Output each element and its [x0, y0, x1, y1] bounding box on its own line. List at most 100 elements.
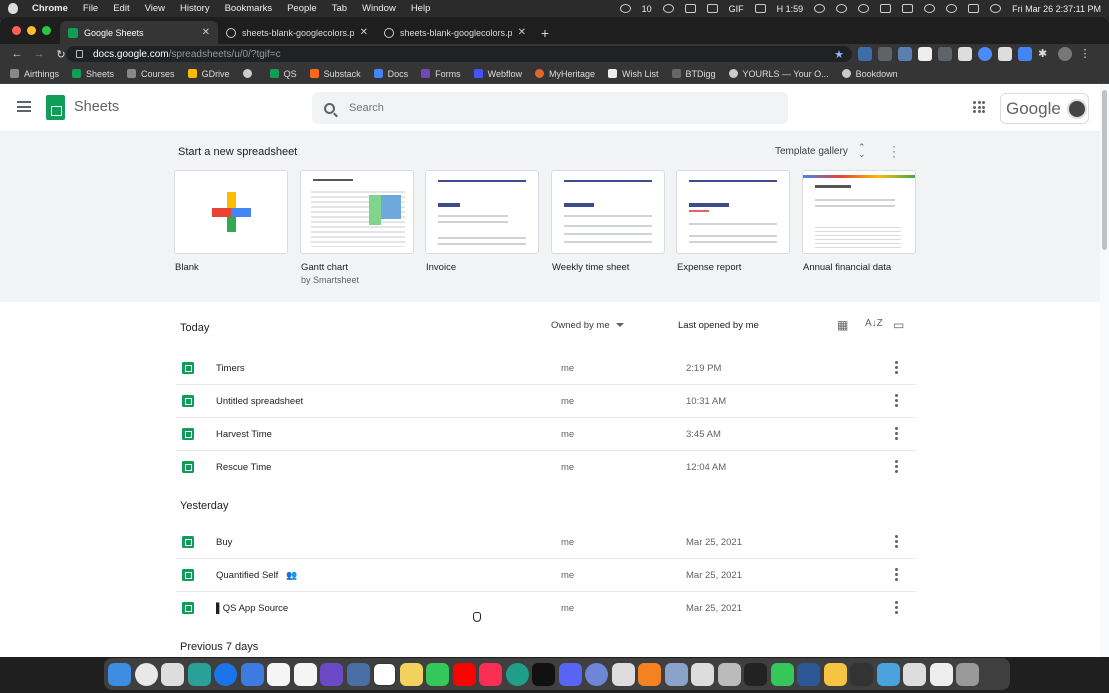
bookmark-docs[interactable]: Docs: [373, 69, 408, 79]
gdoc-extension-icon[interactable]: [1018, 47, 1032, 61]
screenshot-app-icon[interactable]: [346, 662, 370, 686]
file-row-qs-app-source[interactable]: ▌QS App Source me Mar 25, 2021: [176, 592, 916, 625]
file-row-quantified-self[interactable]: Quantified Self 👥 me Mar 25, 2021: [176, 559, 916, 592]
settings-gear-icon[interactable]: [585, 662, 608, 686]
checklist-app-icon[interactable]: [161, 662, 184, 686]
menu-file[interactable]: File: [83, 3, 98, 14]
page-scrollbar[interactable]: [1100, 84, 1109, 657]
new-tab-button[interactable]: +: [534, 21, 556, 44]
forward-arrow-icon[interactable]: →: [32, 47, 46, 61]
sun-icon[interactable]: [662, 4, 674, 13]
record-icon[interactable]: [619, 4, 631, 13]
menu-window[interactable]: Window: [362, 3, 396, 14]
notion-extension-icon[interactable]: [918, 47, 932, 61]
bookmark-myheritage[interactable]: MyHeritage: [535, 69, 595, 79]
bookmark-qs[interactable]: QS: [269, 69, 297, 79]
template-gallery-button[interactable]: Template gallery: [775, 146, 848, 157]
downloads-folder-icon[interactable]: [876, 662, 900, 686]
preview-icon[interactable]: [664, 662, 688, 686]
template-thumbnail[interactable]: [676, 170, 790, 254]
menu-view[interactable]: View: [145, 3, 165, 14]
gif-label[interactable]: GIF: [729, 4, 744, 14]
1password-icon[interactable]: [214, 662, 237, 686]
grid-view-icon[interactable]: ▦: [837, 318, 848, 332]
control-center-icon[interactable]: [968, 4, 980, 13]
play-icon[interactable]: [836, 4, 848, 13]
file-row-timers[interactable]: Timers me 2:19 PM: [176, 352, 916, 385]
google-account-button[interactable]: Google: [1000, 93, 1089, 124]
bookmark-wish-list[interactable]: Wish List: [608, 69, 659, 79]
bookmark-webflow[interactable]: Webflow: [473, 69, 522, 79]
zoom-window-icon[interactable]: [42, 26, 51, 35]
extension-icon[interactable]: [938, 47, 952, 61]
sheets-logo-icon[interactable]: [46, 95, 65, 120]
bookmark-courses[interactable]: Courses: [127, 69, 175, 79]
sort-az-icon[interactable]: A↓Z: [865, 318, 883, 329]
owner-filter-dropdown[interactable]: Owned by me: [551, 320, 624, 331]
more-options-icon[interactable]: [895, 361, 899, 374]
template-expense-report[interactable]: Expense report: [676, 170, 790, 273]
app-store-icon[interactable]: [240, 662, 264, 686]
more-options-icon[interactable]: [895, 394, 899, 407]
cloud-extension-icon[interactable]: [898, 47, 912, 61]
bookmark-gdrive[interactable]: GDrive: [187, 69, 230, 79]
task-counter[interactable]: 10: [642, 4, 652, 14]
more-options-icon[interactable]: [895, 535, 899, 548]
menu-help[interactable]: Help: [411, 3, 431, 14]
harvest-icon[interactable]: [638, 662, 661, 686]
extension-icon[interactable]: [978, 47, 992, 61]
template-more-icon[interactable]: · · ·: [892, 140, 896, 162]
finder-icon[interactable]: [108, 662, 131, 686]
obsidian-icon[interactable]: [320, 662, 343, 686]
menu-people[interactable]: People: [287, 3, 317, 14]
star-app-icon[interactable]: [823, 662, 847, 686]
streaks-app-icon[interactable]: [187, 662, 211, 686]
template-thumbnail[interactable]: [551, 170, 665, 254]
window-icon[interactable]: [684, 4, 696, 13]
bookmark-yourls[interactable]: YOURLS — Your O...: [728, 69, 829, 79]
tab-close-icon[interactable]: ✕: [202, 27, 210, 38]
instapaper-extension-icon[interactable]: [958, 47, 972, 61]
link-extension-icon[interactable]: [858, 47, 872, 61]
template-thumbnail[interactable]: [174, 170, 288, 254]
trash-icon[interactable]: [956, 662, 979, 686]
close-window-icon[interactable]: [12, 26, 21, 35]
bookmark-sheets[interactable]: Sheets: [72, 69, 114, 79]
puzzle-extensions-icon[interactable]: ✱: [1038, 47, 1052, 61]
profile-avatar[interactable]: [1058, 47, 1072, 61]
settings-icon[interactable]: [814, 4, 826, 13]
template-gantt-chart[interactable]: Gantt chart by Smartsheet: [300, 170, 414, 285]
folder-icon[interactable]: ▭: [893, 318, 904, 332]
search-input[interactable]: [349, 102, 749, 114]
bluetooth-icon[interactable]: [880, 4, 892, 13]
apple-tv-icon[interactable]: [532, 662, 555, 686]
battery-icon[interactable]: [902, 4, 914, 13]
tab-close-icon[interactable]: ✕: [360, 27, 368, 38]
wifi-icon[interactable]: [924, 4, 936, 13]
more-options-icon[interactable]: [895, 427, 899, 440]
template-weekly-time-sheet[interactable]: Weekly time sheet: [551, 170, 665, 273]
volume-icon[interactable]: [858, 4, 870, 13]
template-annual-financial-data[interactable]: Annual financial data: [802, 170, 916, 273]
extension-icon[interactable]: [878, 47, 892, 61]
address-bar[interactable]: docs.google.com/spreadsheets/u/0/?tgif=c…: [66, 46, 852, 62]
bookmark-bookdown[interactable]: Bookdown: [841, 69, 898, 79]
menu-edit[interactable]: Edit: [113, 3, 129, 14]
more-options-icon[interactable]: [895, 601, 899, 614]
monitor-app-icon[interactable]: [850, 662, 873, 686]
back-arrow-icon[interactable]: ←: [10, 47, 24, 61]
extension-icon[interactable]: [998, 47, 1012, 61]
excel-like-app-icon[interactable]: [770, 662, 794, 686]
chrome-menu-icon[interactable]: ⋮: [1078, 47, 1092, 61]
tab-sheets-blank-1[interactable]: sheets-blank-googlecolors.pn ✕: [218, 21, 376, 44]
template-thumbnail[interactable]: [425, 170, 539, 254]
menu-history[interactable]: History: [180, 3, 210, 14]
account-avatar[interactable]: [1066, 98, 1087, 119]
bookmark-star-icon[interactable]: ★: [834, 48, 844, 61]
fantastical-icon[interactable]: [293, 662, 317, 686]
notion-icon[interactable]: [373, 662, 396, 686]
template-blank[interactable]: Blank: [174, 170, 288, 273]
harvest-timer[interactable]: H 1:59: [777, 4, 804, 14]
user-icon[interactable]: [946, 4, 958, 13]
documents-folder-icon[interactable]: [903, 662, 926, 686]
